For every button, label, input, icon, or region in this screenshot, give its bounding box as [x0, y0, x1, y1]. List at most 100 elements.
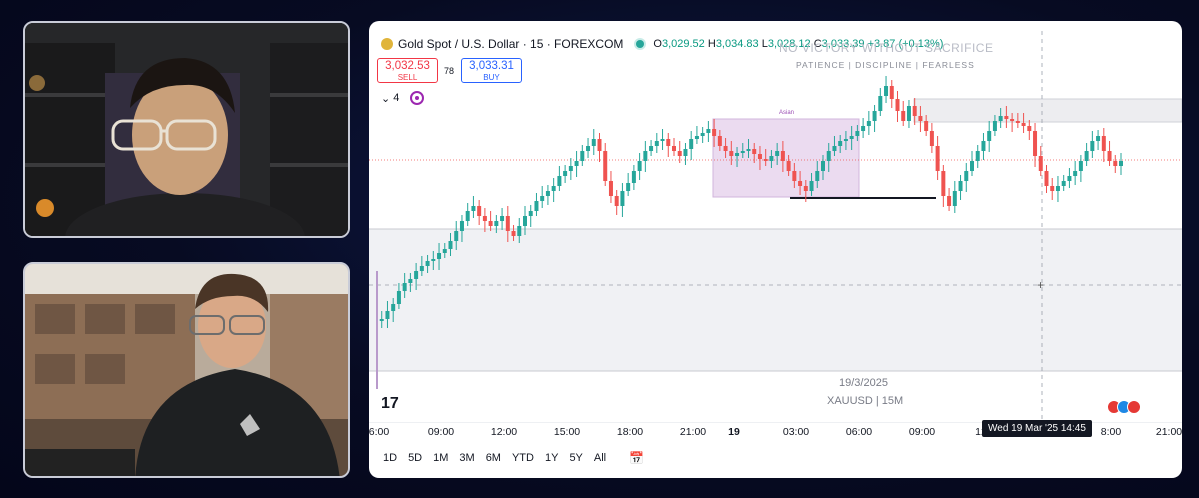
range-button-6m[interactable]: 6M [486, 452, 501, 464]
range-button-1m[interactable]: 1M [433, 452, 448, 464]
range-button-5y[interactable]: 5Y [569, 452, 582, 464]
candle-body [1010, 119, 1015, 121]
range-button-1d[interactable]: 1D [383, 452, 397, 464]
candle-body [763, 159, 768, 161]
candle-body [912, 106, 917, 116]
time-axis-tick: 06:00 [845, 426, 873, 438]
candle-body [964, 171, 969, 181]
candle-body [901, 111, 906, 121]
candle-body [1050, 186, 1055, 191]
time-axis-tick: 03:00 [782, 426, 810, 438]
candle-body [545, 191, 550, 196]
indicators-toggle[interactable]: ⌄ 4 [381, 91, 425, 105]
candle-body [488, 221, 493, 226]
candle-body [608, 181, 613, 196]
range-box-upper [913, 98, 1182, 123]
candle-body [425, 261, 430, 266]
candle-body [465, 211, 470, 221]
candle-body [689, 139, 694, 149]
candle-body [396, 291, 401, 304]
candle-body [419, 266, 424, 271]
webcam-host-image [25, 23, 348, 236]
candle-body [643, 151, 648, 161]
candle-body [666, 139, 671, 146]
candle-body [654, 141, 659, 146]
chevron-down-icon: ⌄ [381, 92, 391, 105]
candle-body [1073, 171, 1078, 176]
time-axis-tick: 8:00 [1100, 426, 1122, 438]
range-button-5d[interactable]: 5D [408, 452, 422, 464]
indicator-settings-icon[interactable] [410, 91, 425, 105]
candle-body [586, 146, 591, 151]
candle-body [471, 206, 476, 211]
candle-body [660, 139, 665, 141]
candle-body [1033, 131, 1038, 156]
chart-symbol-label: XAUUSD | 15M [827, 395, 904, 407]
candle-body [872, 111, 877, 121]
candle-body [717, 136, 722, 146]
range-button-3m[interactable]: 3M [459, 452, 474, 464]
economic-events-flags[interactable] [1107, 400, 1141, 414]
candle-body [1044, 171, 1049, 186]
flag-icon[interactable] [1127, 400, 1141, 414]
candle-body [998, 116, 1003, 121]
candle-body [603, 151, 608, 181]
time-axis-tick: 09:00 [908, 426, 936, 438]
candle-body [700, 133, 705, 136]
candle-body [1113, 161, 1118, 166]
candle-body [614, 196, 619, 206]
sell-button[interactable]: 3,032.53 SELL [377, 58, 438, 83]
candle-body [1004, 116, 1009, 119]
sell-label: SELL [397, 73, 418, 82]
candle-body [740, 151, 745, 153]
candle-body [803, 186, 808, 191]
crosshair-cursor-icon: + [1037, 278, 1044, 292]
range-button-1y[interactable]: 1Y [545, 452, 558, 464]
candle-body [631, 171, 636, 183]
candle-body [832, 146, 837, 151]
symbol-title[interactable]: Gold Spot / U.S. Dollar · 15 · FOREXCOM [398, 37, 623, 51]
candle-body [511, 231, 516, 236]
sell-price: 3,032.53 [385, 60, 430, 72]
range-button-all[interactable]: All [594, 452, 606, 464]
crosshair-time-label: Wed 19 Mar '25 14:45 [982, 420, 1092, 437]
buy-button[interactable]: 3,033.31 BUY [461, 58, 522, 83]
candle-body [500, 216, 505, 221]
candle-body [1061, 181, 1066, 186]
candle-body [884, 86, 889, 96]
candle-body [752, 149, 757, 154]
candle-body [414, 271, 419, 279]
candle-body [929, 131, 934, 146]
time-axis-tick: 19 [728, 426, 740, 438]
candle-body [597, 139, 602, 151]
candle-body [580, 151, 585, 161]
candle-body [866, 121, 871, 126]
candle-body [385, 311, 390, 319]
candle-body [391, 304, 396, 311]
candle-body [775, 151, 780, 156]
candle-body [431, 259, 436, 261]
candle-body [798, 181, 803, 186]
calendar-icon[interactable]: 📅 [629, 451, 644, 465]
candle-body [706, 129, 711, 133]
range-box-lower [369, 229, 1182, 371]
candle-body [723, 146, 728, 151]
candle-body [1119, 161, 1123, 166]
date-range-bar: 1D 5D 1M 3M 6M YTD 1Y 5Y All 📅 [369, 443, 1182, 473]
candle-body [505, 216, 510, 231]
candle-body [952, 191, 957, 206]
candle-body [941, 171, 946, 196]
candle-body [494, 221, 499, 226]
candle-body [540, 196, 545, 201]
candle-body [683, 149, 688, 156]
market-open-indicator-icon [636, 40, 645, 48]
candle-body [815, 171, 820, 181]
candle-body [935, 146, 940, 171]
candle-body [591, 139, 596, 146]
asian-session-box [712, 118, 860, 198]
candle-body [729, 151, 734, 156]
candle-body [735, 153, 740, 156]
candle-body [780, 151, 785, 161]
candle-body [379, 319, 384, 321]
range-button-ytd[interactable]: YTD [512, 452, 534, 464]
